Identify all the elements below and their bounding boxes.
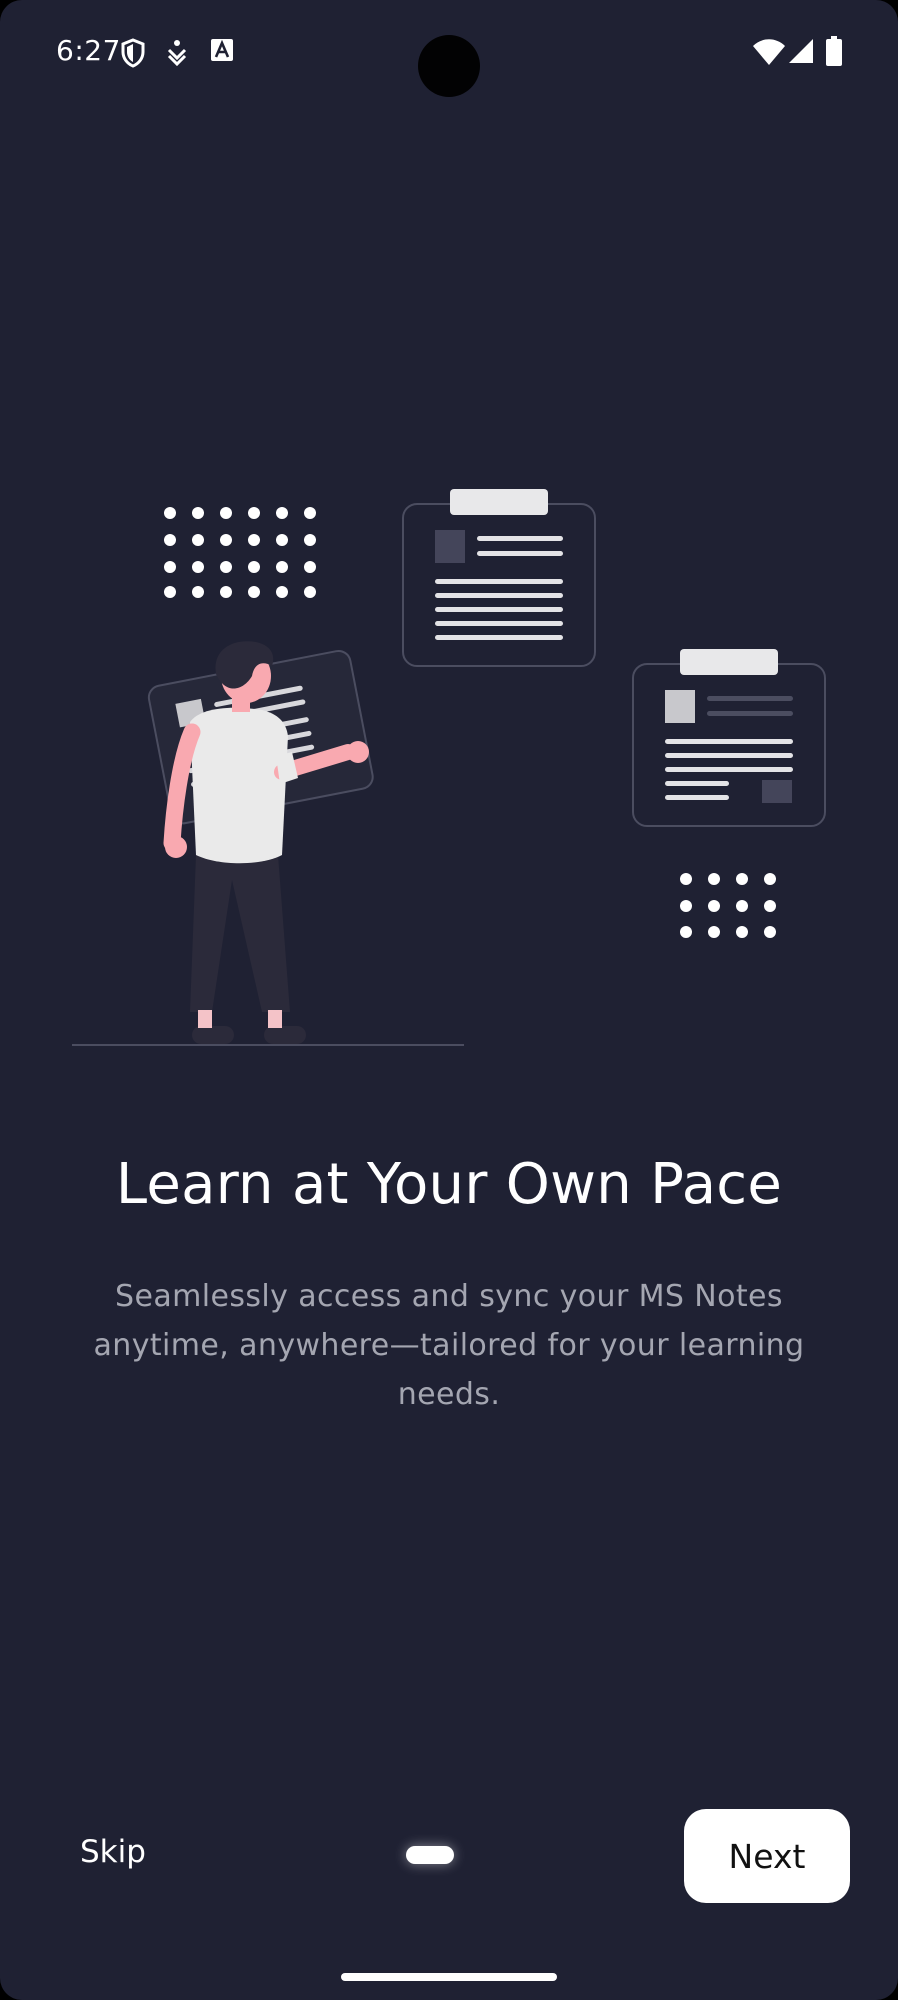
next-button[interactable]: Next	[684, 1809, 850, 1903]
front-camera	[418, 35, 480, 97]
onboarding-subtitle: Seamlessly access and sync your MS Notes…	[93, 1279, 805, 1412]
dot-grid-decoration	[164, 507, 316, 598]
note-card-right	[632, 649, 826, 827]
home-indicator[interactable]	[341, 1973, 557, 1981]
download-icon	[167, 40, 187, 66]
wifi-icon	[753, 39, 785, 65]
onboarding-title: Learn at Your Own Pace	[115, 1152, 783, 1217]
onboarding-screen: 6:27 Learn at Your Own Pace Seamlessly a…	[0, 0, 898, 2000]
status-time: 6:27	[56, 34, 121, 67]
font-icon	[211, 39, 233, 61]
shield-icon	[121, 38, 145, 68]
ground-line	[72, 1044, 464, 1046]
note-card-center	[402, 489, 596, 667]
person-with-notes-illustration	[72, 489, 826, 1046]
dot-grid-decoration-right	[680, 873, 776, 938]
skip-button[interactable]: Skip	[80, 1834, 146, 1870]
person-figure	[147, 641, 374, 1044]
page-indicator-active	[406, 1846, 454, 1864]
battery-icon	[826, 36, 842, 66]
signal-icon	[789, 39, 813, 63]
